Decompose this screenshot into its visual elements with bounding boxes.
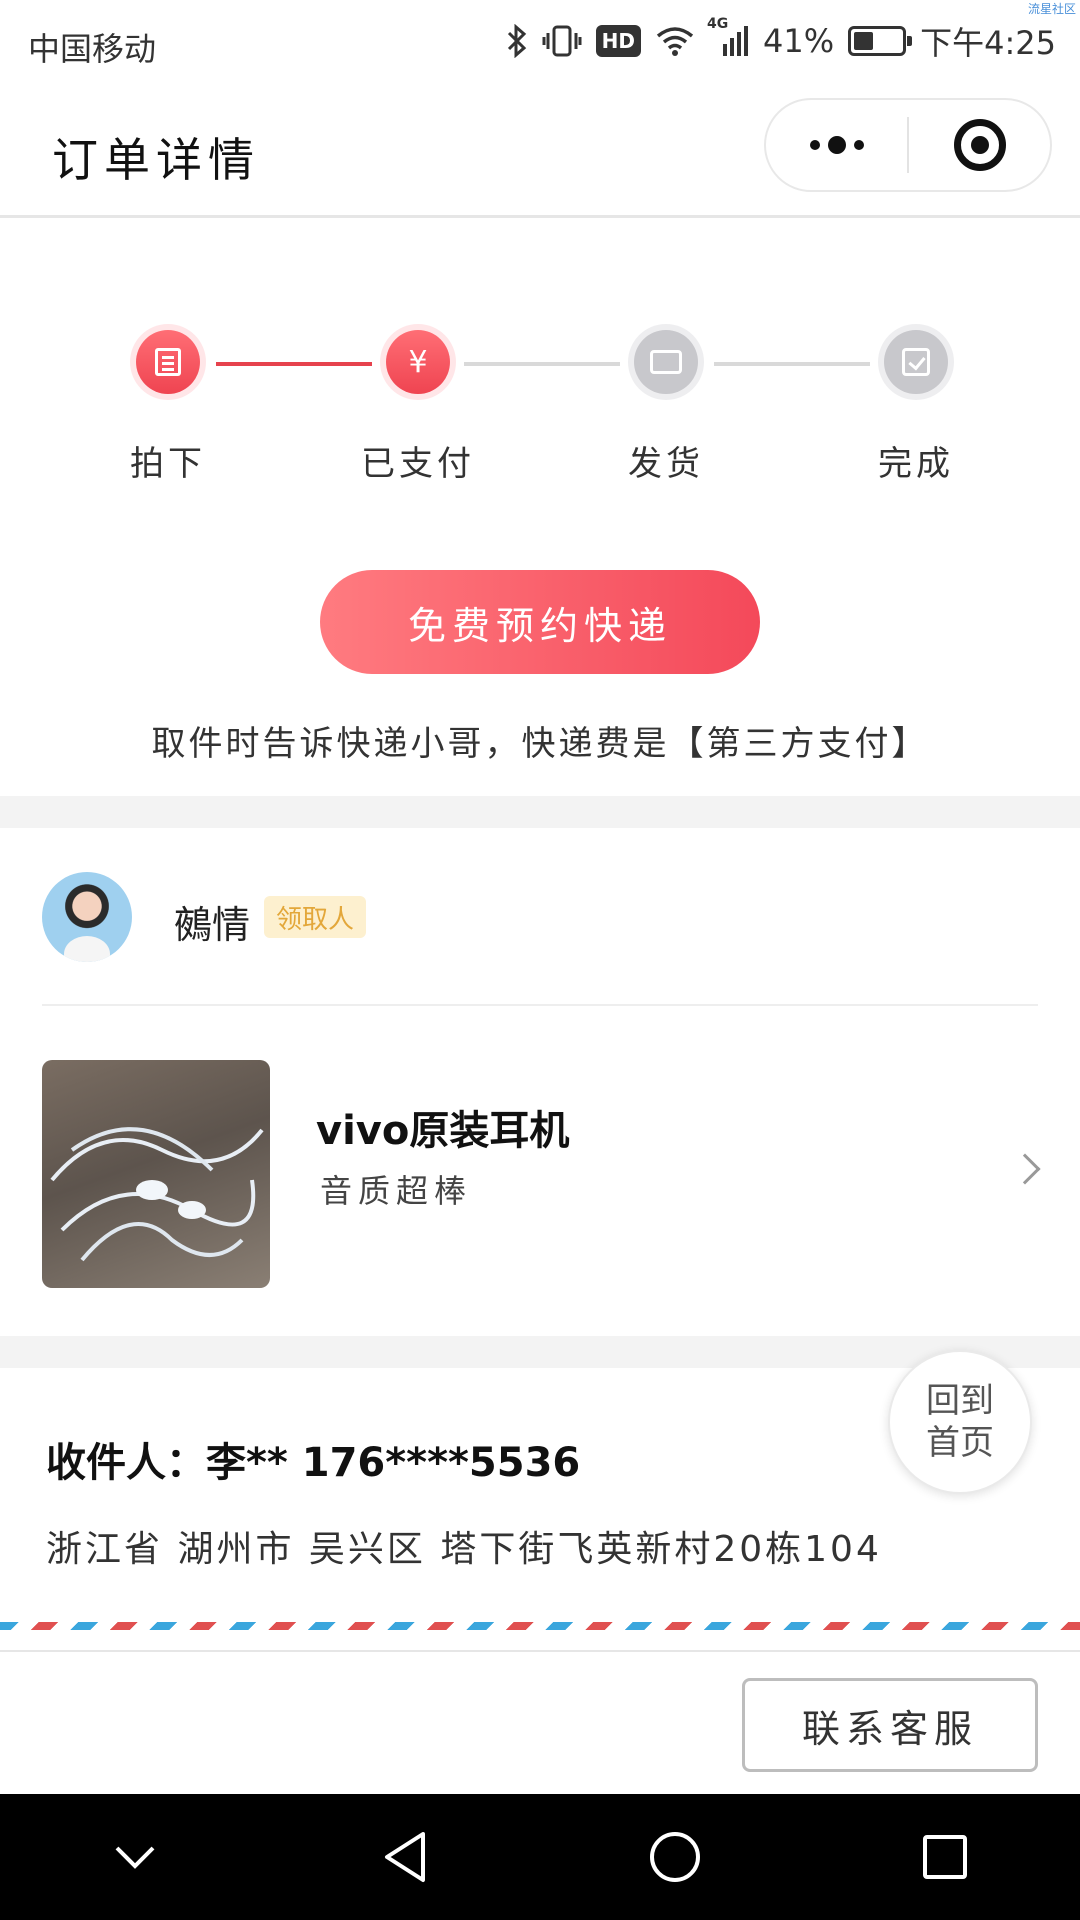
more-button[interactable] — [766, 100, 907, 190]
truck-icon — [634, 330, 698, 394]
battery-fill — [854, 32, 874, 50]
chevron-down-icon — [115, 1846, 155, 1869]
back-button[interactable] — [345, 1807, 465, 1907]
status-icons: HD 4G 41% 下午4:25 — [506, 16, 1056, 64]
product-image — [42, 1060, 270, 1288]
carrier-name: 中国移动 — [28, 30, 157, 68]
recents-button[interactable] — [885, 1807, 1005, 1907]
step-paid: ¥ 已支付 — [348, 330, 488, 485]
system-nav-bar — [0, 1794, 1080, 1920]
contact-service-button[interactable]: 联系客服 — [742, 1678, 1038, 1772]
home-button[interactable] — [615, 1807, 735, 1907]
section-separator — [0, 796, 1080, 828]
bluetooth-icon — [506, 24, 528, 58]
back-triangle-icon — [385, 1832, 425, 1882]
courier-fee-notice: 取件时告诉快递小哥，快递费是【第三方支付】 — [151, 724, 929, 764]
product-card[interactable]: vivo原装耳机 音质超棒 — [0, 1006, 1080, 1336]
book-courier-button[interactable]: 免费预约快递 — [320, 570, 760, 674]
clock: 下午4:25 — [920, 24, 1056, 62]
battery-percent: 41% — [763, 22, 835, 60]
close-mini-program-button[interactable] — [909, 100, 1050, 190]
receiver-user-row: 鵺情 领取人 — [0, 828, 1080, 1006]
order-progress: 拍下 ¥ 已支付 发货 完成 免费预约快递 取件时告诉快递小哥，快递费是【第三方… — [0, 218, 1080, 796]
divider — [0, 1650, 1080, 1652]
user-name: 鵺情 — [174, 903, 251, 947]
battery-icon — [848, 26, 913, 56]
step-shipped: 发货 — [596, 330, 736, 485]
yen-icon: ¥ — [386, 330, 450, 394]
check-icon — [884, 330, 948, 394]
step-label: 完成 — [878, 444, 954, 484]
header: 订单详情 — [0, 72, 1080, 218]
watermark: 流星社区 — [1027, 2, 1076, 16]
page-title: 订单详情 — [52, 133, 260, 187]
back-home-button[interactable]: 回到首页 — [888, 1350, 1032, 1494]
address-line: 浙江省 湖州市 吴兴区 塔下街飞英新村20栋104 — [46, 1529, 882, 1570]
recents-square-icon — [923, 1835, 967, 1879]
step-label: 拍下 — [130, 444, 206, 484]
product-title: vivo原装耳机 — [316, 1108, 570, 1154]
avatar — [42, 872, 132, 962]
network-type: 4G — [707, 16, 729, 32]
list-icon — [136, 330, 200, 394]
receiver-tag: 领取人 — [264, 896, 367, 938]
chevron-right-icon — [1009, 1153, 1041, 1185]
collapse-button[interactable] — [75, 1807, 195, 1907]
shipping-address: 收件人：李** 176****5536 浙江省 湖州市 吴兴区 塔下街飞英新村2… — [0, 1350, 1080, 1618]
step-label: 已支付 — [361, 444, 475, 484]
mini-program-capsule — [764, 98, 1052, 192]
yen-symbol: ¥ — [408, 344, 428, 380]
target-icon — [953, 119, 1006, 171]
product-description: 音质超棒 — [320, 1172, 473, 1210]
home-circle-icon — [650, 1832, 700, 1882]
status-bar: 中国移动 HD 4G 41% 下午4:25 流星社区 — [0, 0, 1080, 72]
wifi-icon — [655, 25, 695, 57]
more-dots-icon — [809, 136, 864, 154]
step-label: 发货 — [628, 444, 704, 484]
hd-badge: HD — [595, 25, 641, 57]
signal-icon: 4G — [707, 16, 749, 58]
airmail-border — [0, 1622, 1080, 1630]
recipient-line: 收件人：李** 176****5536 — [46, 1440, 581, 1486]
vibrate-icon — [542, 24, 582, 58]
step-placed: 拍下 — [98, 330, 238, 485]
step-complete: 完成 — [846, 330, 986, 485]
